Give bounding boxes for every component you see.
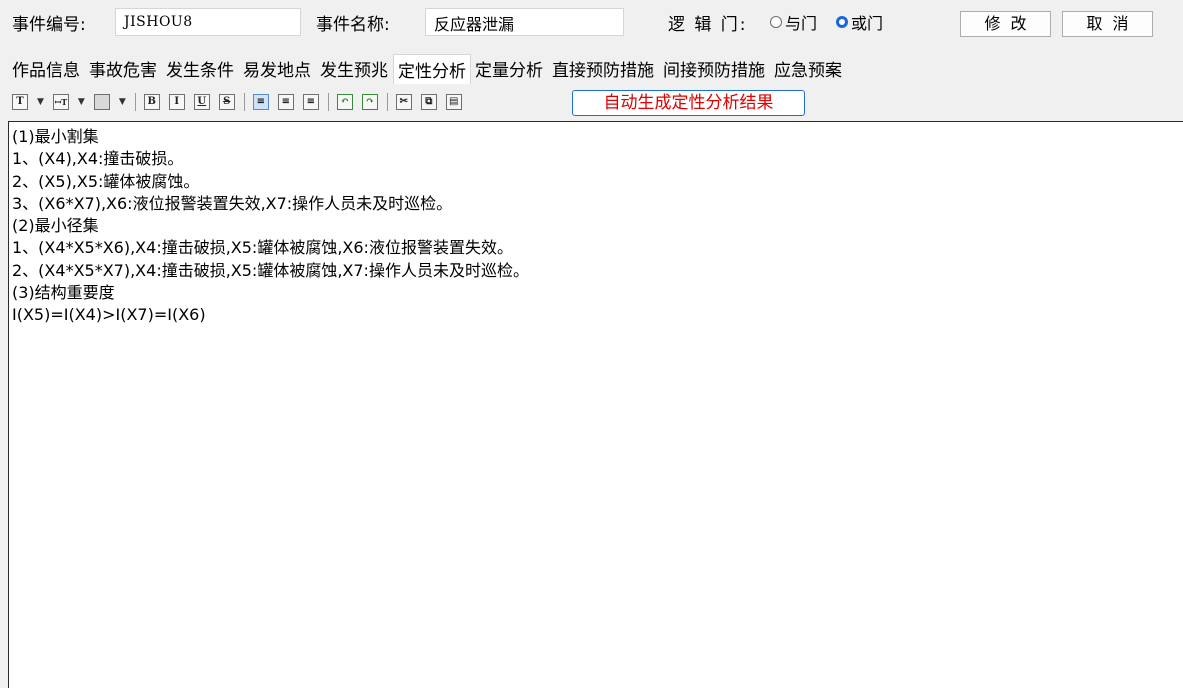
event-header: 事件编号: JISHOU8 事件名称: 反应器泄漏 逻 辑 门: 与门 或门 修… <box>0 0 1183 46</box>
tab-bar: 作品信息 事故危害 发生条件 易发地点 发生预兆 定性分析 定量分析 直接预防措… <box>8 54 847 84</box>
editor-line: 2、(X5),X5:罐体被腐蚀。 <box>12 171 200 191</box>
editor-line: 1、(X4),X4:撞击破损。 <box>12 149 184 169</box>
editor-line: 1、(X4*X5*X6),X4:撞击破损,X5:罐体被腐蚀,X6:液位报警装置失… <box>12 238 513 258</box>
editor-line: (1)最小割集 <box>12 127 99 146</box>
tab-emergency-plan[interactable]: 应急预案 <box>770 54 847 84</box>
editor-line: (2)最小径集 <box>12 216 99 236</box>
paste-icon[interactable]: ▤ <box>445 94 462 110</box>
font-size-dropdown-icon[interactable]: ▼ <box>78 97 85 107</box>
cut-icon[interactable]: ✂ <box>395 94 412 110</box>
tab-accident-hazard[interactable]: 事故危害 <box>85 54 162 84</box>
font-dropdown-icon[interactable]: ▼ <box>37 97 44 107</box>
gate-and-radio[interactable]: 与门 <box>770 10 817 34</box>
analysis-text-editor[interactable]: (1)最小割集 1、(X4),X4:撞击破损。 2、(X5),X5:罐体被腐蚀。… <box>8 121 1183 688</box>
tab-quantitative-analysis[interactable]: 定量分析 <box>471 54 548 84</box>
color-icon[interactable] <box>93 94 110 110</box>
color-dropdown-icon[interactable]: ▼ <box>119 97 126 107</box>
gate-or-label: 或门 <box>851 14 884 33</box>
tab-work-info[interactable]: 作品信息 <box>8 54 85 84</box>
editor-line: 3、(X6*X7),X6:液位报警装置失效,X7:操作人员未及时巡检。 <box>12 193 453 213</box>
toolbar-divider <box>134 93 136 111</box>
tab-conditions[interactable]: 发生条件 <box>162 54 239 84</box>
toolbar-divider <box>327 93 329 111</box>
gate-or-radio[interactable]: 或门 <box>836 10 883 34</box>
logic-gate-label: 逻 辑 门: <box>668 15 748 35</box>
editor-line: I(X5)=I(X4)>I(X7)=I(X6) <box>12 305 206 325</box>
event-id-field[interactable]: JISHOU8 <box>115 8 301 36</box>
underline-icon[interactable]: U <box>193 94 210 110</box>
tab-qualitative-analysis[interactable]: 定性分析 <box>393 54 471 84</box>
format-toolbar: T ▼ ꟷT ▼ ▼ B I U S ≡ ≡ ≡ ↶ ↷ ✂ ⧉ ▤ <box>12 91 471 113</box>
tab-warning-signs[interactable]: 发生预兆 <box>316 54 393 84</box>
modify-button[interactable]: 修改 <box>960 11 1051 37</box>
bold-icon[interactable]: B <box>143 94 160 110</box>
radio-unselected-icon <box>770 16 782 28</box>
toolbar-divider <box>243 93 245 111</box>
cancel-button[interactable]: 取消 <box>1062 11 1153 37</box>
gate-and-label: 与门 <box>785 14 818 33</box>
tab-direct-prevention[interactable]: 直接预防措施 <box>548 54 659 84</box>
align-left-icon[interactable]: ≡ <box>252 94 269 110</box>
tab-indirect-prevention[interactable]: 间接预防措施 <box>659 54 770 84</box>
editor-line: 2、(X4*X5*X7),X4:撞击破损,X5:罐体被腐蚀,X7:操作人员未及时… <box>12 260 529 280</box>
event-id-label: 事件编号: <box>12 15 86 35</box>
editor-line: (3)结构重要度 <box>12 283 115 303</box>
italic-icon[interactable]: I <box>168 94 185 110</box>
event-name-label: 事件名称: <box>316 15 390 35</box>
align-center-icon[interactable]: ≡ <box>277 94 294 110</box>
radio-selected-icon <box>836 16 848 28</box>
copy-icon[interactable]: ⧉ <box>420 94 437 110</box>
auto-generate-button[interactable]: 自动生成定性分析结果 <box>572 90 805 116</box>
font-icon[interactable]: T <box>12 94 28 110</box>
font-size-icon[interactable]: ꟷT <box>52 94 69 110</box>
event-name-field[interactable]: 反应器泄漏 <box>425 8 624 36</box>
redo-icon[interactable]: ↷ <box>361 94 378 110</box>
undo-icon[interactable]: ↶ <box>336 94 353 110</box>
toolbar-divider <box>386 93 388 111</box>
align-right-icon[interactable]: ≡ <box>302 94 319 110</box>
strikethrough-icon[interactable]: S <box>218 94 235 110</box>
tab-locations[interactable]: 易发地点 <box>239 54 316 84</box>
